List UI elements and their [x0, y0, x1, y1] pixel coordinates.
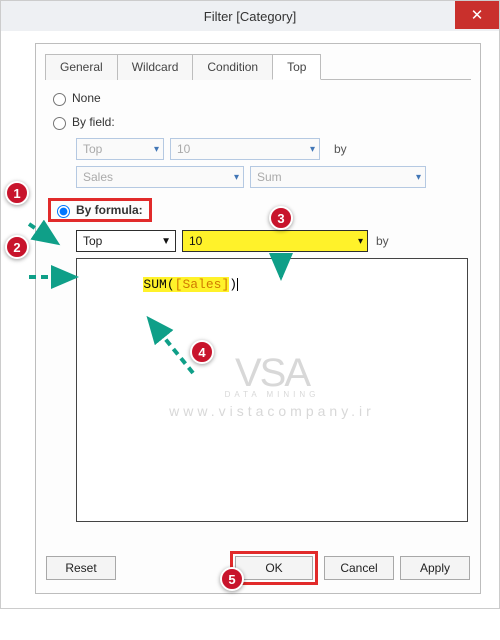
- by-formula-row: Top ▼ 10 ▾ by: [76, 230, 468, 252]
- ok-button[interactable]: OK: [235, 556, 313, 580]
- byformula-n-value: 10: [189, 234, 202, 248]
- formula-token-open: (: [167, 277, 175, 292]
- tab-wildcard[interactable]: Wildcard: [117, 54, 194, 80]
- radio-none-label: None: [72, 91, 101, 105]
- title-bar: Filter [Category] ✕: [1, 1, 499, 31]
- chevron-down-icon: ▼: [161, 236, 171, 247]
- formula-token-close: ): [229, 277, 237, 292]
- radio-none-input[interactable]: [53, 93, 66, 106]
- close-button[interactable]: ✕: [455, 1, 499, 29]
- radio-by-formula-input[interactable]: [57, 205, 70, 218]
- watermark-tag: DATA MINING: [77, 390, 467, 399]
- byfield-field-value: Sales: [83, 170, 113, 184]
- radio-by-formula-label: By formula:: [76, 203, 143, 217]
- byfield-n-value: 10: [177, 142, 190, 156]
- chevron-down-icon: ▾: [358, 236, 363, 247]
- byfield-direction-value: Top: [83, 142, 102, 156]
- callout-3: 3: [269, 206, 293, 230]
- chevron-down-icon: ▾: [310, 144, 315, 155]
- tab-strip: General Wildcard Condition Top: [45, 53, 471, 80]
- byfield-agg-value: Sum: [257, 170, 282, 184]
- reset-button[interactable]: Reset: [46, 556, 116, 580]
- radio-by-field[interactable]: By field:: [48, 114, 468, 130]
- radio-by-field-label: By field:: [72, 115, 115, 129]
- chevron-down-icon: ▾: [416, 172, 421, 183]
- byfield-agg-combo[interactable]: Sum ▾: [250, 166, 426, 188]
- watermark-logo: VSA: [77, 351, 467, 396]
- byformula-n-combo[interactable]: 10 ▾: [182, 230, 368, 252]
- byformula-by-text: by: [376, 234, 389, 248]
- dialog-panel: General Wildcard Condition Top None By f…: [35, 43, 481, 594]
- text-cursor: [237, 278, 238, 291]
- formula-text: SUM([Sales]): [81, 262, 238, 307]
- button-bar: Reset OK Cancel Apply: [46, 551, 470, 585]
- watermark: VSA DATA MINING www.vistacompany.ir: [77, 351, 467, 419]
- window-title: Filter [Category]: [204, 9, 296, 24]
- formula-textarea[interactable]: SUM([Sales]) VSA DATA MINING www.vistaco…: [76, 258, 468, 522]
- close-icon: ✕: [471, 6, 484, 24]
- apply-button[interactable]: Apply: [400, 556, 470, 580]
- by-field-group: Top ▾ 10 ▾ by Sales ▾ Sum ▾: [76, 138, 468, 188]
- radio-by-field-input[interactable]: [53, 117, 66, 130]
- callout-1: 1: [5, 181, 29, 205]
- byformula-direction-combo[interactable]: Top ▼: [76, 230, 176, 252]
- tab-top[interactable]: Top: [272, 54, 321, 80]
- tab-general[interactable]: General: [45, 54, 118, 80]
- chevron-down-icon: ▾: [234, 172, 239, 183]
- chevron-down-icon: ▾: [154, 144, 159, 155]
- byfield-n-combo[interactable]: 10 ▾: [170, 138, 320, 160]
- watermark-url: www.vistacompany.ir: [77, 403, 467, 419]
- formula-token-field: Sales: [182, 277, 221, 292]
- callout-2: 2: [5, 235, 29, 259]
- radio-by-formula-highlight: By formula:: [48, 198, 152, 222]
- callout-4: 4: [190, 340, 214, 364]
- byformula-direction-value: Top: [83, 234, 102, 248]
- cancel-button[interactable]: Cancel: [324, 556, 394, 580]
- byfield-by-text: by: [334, 142, 347, 156]
- byfield-field-combo[interactable]: Sales ▾: [76, 166, 244, 188]
- byfield-direction-combo[interactable]: Top ▾: [76, 138, 164, 160]
- tab-condition[interactable]: Condition: [192, 54, 273, 80]
- formula-token-fn: SUM: [143, 277, 166, 292]
- radio-none[interactable]: None: [48, 90, 468, 106]
- callout-5: 5: [220, 567, 244, 591]
